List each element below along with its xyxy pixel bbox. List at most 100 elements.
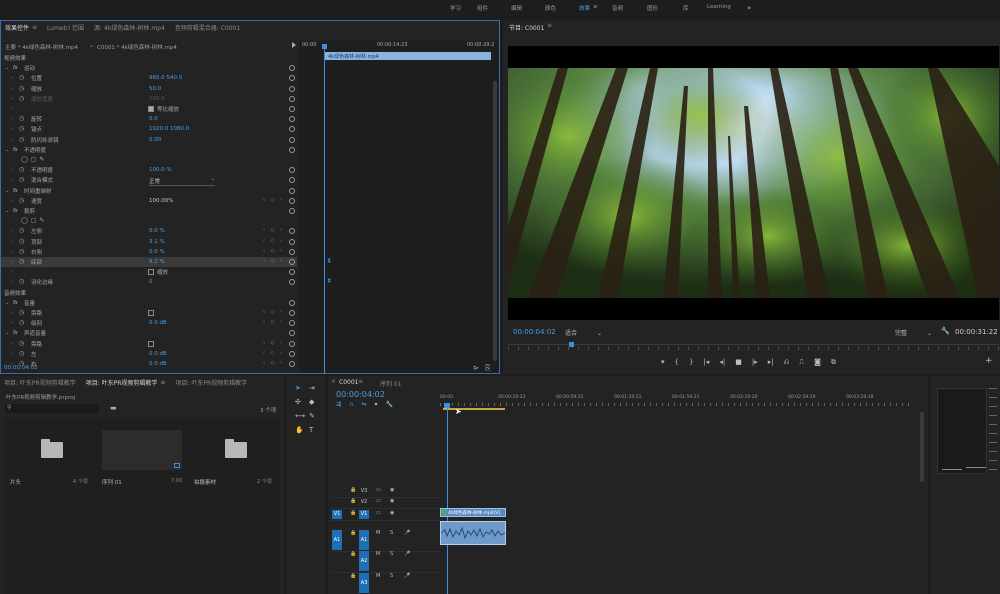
stopwatch-icon[interactable]: ◷ — [19, 197, 24, 204]
stopwatch-icon[interactable]: ◷ — [19, 85, 24, 92]
workspace-item[interactable]: 颜色 — [545, 4, 579, 14]
checkbox[interactable] — [148, 269, 154, 276]
eye-icon[interactable]: ◉ — [390, 498, 394, 504]
export-icon[interactable]: ⎘ — [485, 364, 491, 373]
reset-icon[interactable] — [289, 238, 295, 245]
close-icon[interactable]: × — [331, 378, 336, 385]
property-value[interactable]: 0.0 dB — [149, 361, 167, 367]
expand-triangle-icon[interactable]: › — [11, 177, 13, 183]
lift-icon[interactable]: ⎌ — [784, 358, 790, 367]
mark-out-icon[interactable]: } — [689, 358, 693, 367]
sync-lock-icon[interactable]: ▭ — [376, 487, 381, 493]
expand-triangle-icon[interactable]: › — [11, 320, 13, 326]
expand-triangle-icon[interactable]: › — [11, 116, 13, 122]
program-timecode[interactable]: 00:00:04:02 — [513, 328, 556, 336]
comparison-view-icon[interactable]: ⧉ — [831, 358, 836, 367]
keyframe-nav-icon[interactable]: ‹ ◇ › — [263, 350, 284, 356]
source-patch-a1[interactable]: A1 — [332, 530, 342, 550]
track-target-a3[interactable]: A3 — [359, 573, 369, 593]
checkbox[interactable] — [148, 310, 154, 316]
stopwatch-icon[interactable]: ◷ — [19, 238, 24, 245]
stopwatch-icon[interactable]: ◷ — [19, 350, 24, 357]
keyframe-nav-icon[interactable]: ‹ ◇ › — [263, 258, 284, 264]
filter-icon[interactable]: ⊳ — [473, 364, 479, 372]
reset-icon[interactable] — [289, 146, 295, 153]
project-item[interactable]: 拍摄素材 2 个项 — [191, 420, 279, 486]
reset-icon[interactable] — [289, 167, 295, 174]
audio-clip[interactable] — [440, 521, 506, 545]
property-value[interactable]: 100.00% — [149, 198, 173, 204]
workspace-item[interactable]: 库 — [683, 4, 707, 14]
lock-icon[interactable]: 🔒 — [350, 510, 356, 516]
microphone-icon[interactable]: 🎤 — [404, 530, 410, 536]
expand-triangle-icon[interactable]: › — [11, 239, 13, 245]
stopwatch-icon[interactable]: ◷ — [19, 74, 24, 81]
reset-icon[interactable] — [289, 116, 295, 123]
video-clip[interactable]: 4k绿色森林-树林.mp4[V] — [440, 508, 506, 517]
mask-shape-icons[interactable]: ◯▢✎ — [21, 156, 47, 163]
stopwatch-icon[interactable]: ◷ — [19, 309, 24, 316]
track-target-v1[interactable]: V1 — [359, 510, 369, 519]
reset-icon[interactable] — [289, 95, 295, 102]
extract-icon[interactable]: ⎍ — [799, 358, 804, 367]
lock-icon[interactable]: 🔒 — [350, 530, 356, 536]
eye-icon[interactable]: ◉ — [390, 510, 394, 516]
tab-menu-icon[interactable]: ≡ — [358, 378, 363, 385]
workspace-item[interactable]: 图形 — [647, 4, 683, 14]
pen-tool-icon[interactable]: ✎ — [309, 412, 315, 420]
track-select-tool-icon[interactable]: ⇥ — [309, 384, 315, 392]
property-value[interactable]: 0.0 % — [149, 249, 165, 255]
fx-toggle-icon[interactable]: fx — [13, 65, 18, 71]
tab-menu-icon[interactable]: ≡ — [32, 24, 37, 31]
solo-icon[interactable]: S — [390, 530, 393, 536]
quality-select[interactable]: 完整 ⌄ — [895, 328, 932, 337]
selection-tool-icon[interactable]: ➤ — [295, 384, 301, 392]
workspace-item[interactable]: 编辑 — [511, 4, 545, 14]
expand-triangle-icon[interactable]: › — [11, 351, 13, 357]
expand-triangle-icon[interactable]: ⌄ — [5, 65, 9, 71]
workspace-item[interactable]: Learning — [707, 4, 745, 14]
video-frame[interactable] — [508, 46, 999, 320]
reset-icon[interactable] — [289, 350, 295, 357]
track-target-a2[interactable]: A2 — [359, 551, 369, 571]
property-value[interactable]: 0.0 — [149, 116, 158, 122]
checkbox[interactable] — [148, 106, 154, 112]
tab-project-3[interactable]: 项目: 叶东PR视频剪辑教学 — [175, 378, 247, 387]
expand-triangle-icon[interactable]: › — [11, 310, 13, 316]
reset-icon[interactable] — [289, 85, 295, 92]
stopwatch-icon[interactable]: ◷ — [19, 166, 24, 173]
reset-icon[interactable] — [289, 279, 295, 286]
property-value[interactable]: 0.0 dB — [149, 351, 167, 357]
project-item[interactable]: 片头 4 个项 — [7, 420, 95, 486]
more-workspaces-icon[interactable]: » — [747, 4, 751, 14]
tab-timeline-seq01[interactable]: 序列 01 — [380, 379, 402, 388]
expand-triangle-icon[interactable]: › — [11, 106, 13, 112]
sync-lock-icon[interactable]: ▭ — [376, 498, 381, 504]
step-back-icon[interactable]: ◂| — [719, 358, 725, 367]
work-area-bar[interactable] — [443, 408, 505, 410]
tab-lumetri-scopes[interactable]: Lumetri 范围 — [47, 23, 84, 32]
play-only-icon[interactable] — [292, 42, 296, 48]
mute-icon[interactable]: M — [376, 530, 380, 536]
keyframe-nav-icon[interactable]: ‹ ◇ › — [263, 319, 284, 325]
mini-clip-bar[interactable]: 4k绿色森林-树林.mp4 — [325, 52, 491, 60]
ripple-edit-tool-icon[interactable]: ✣ — [295, 398, 301, 406]
tab-effect-controls[interactable]: 效果控件 — [5, 23, 29, 32]
timeline-scrollbar[interactable] — [920, 412, 924, 482]
tab-menu-icon[interactable]: ≡ — [593, 4, 598, 10]
expand-triangle-icon[interactable]: › — [11, 228, 13, 234]
snap-icon[interactable]: ∩ — [349, 401, 353, 408]
keyframe-nav-icon[interactable]: ‹ ◇ › — [263, 248, 284, 254]
reset-icon[interactable] — [289, 310, 295, 316]
source-patch-v1[interactable]: V1 — [332, 510, 342, 519]
reset-icon[interactable] — [289, 259, 295, 265]
property-value[interactable]: 100.0 % — [149, 167, 172, 173]
lock-icon[interactable]: 🔒 — [350, 551, 356, 557]
tab-audio-mixer[interactable]: 音频剪辑混合器: C0001 — [175, 23, 240, 32]
hand-tool-icon[interactable]: ✋ — [295, 426, 304, 434]
reset-icon[interactable] — [289, 248, 295, 255]
lock-icon[interactable]: 🔒 — [350, 487, 356, 493]
tab-project-1[interactable]: 项目: 叶东PR视频剪辑教学 — [4, 378, 76, 387]
expand-triangle-icon[interactable]: › — [11, 198, 13, 204]
property-value[interactable]: 0.0 % — [149, 228, 165, 234]
